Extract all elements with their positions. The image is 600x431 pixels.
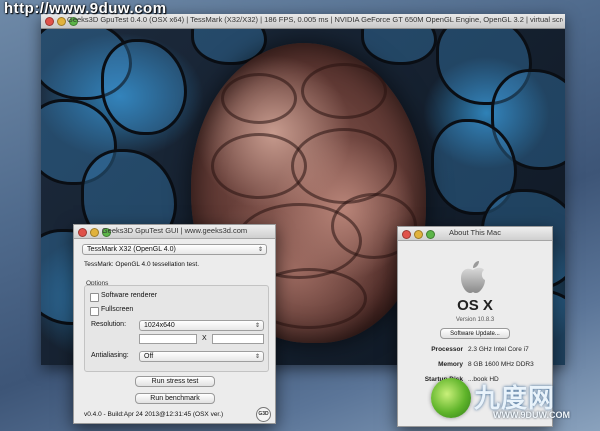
about-title: About This Mac xyxy=(449,228,501,237)
test-description: TessMark: OpenGL 4.0 tessellation test. xyxy=(84,261,200,268)
resolution-value: 1024x640 xyxy=(144,322,175,329)
resolution-label: Resolution: xyxy=(91,321,127,328)
watermark-url: http://www.9duw.com xyxy=(4,0,167,17)
antialiasing-select[interactable]: Off ⇕ xyxy=(139,351,264,362)
select-arrows-icon: ⇕ xyxy=(257,247,263,253)
test-select-value: TessMark X32 (OpenGL 4.0) xyxy=(87,246,176,253)
custom-width-input[interactable] xyxy=(139,334,197,344)
build-info: v0.4.0 - Build:Apr 24 2013@12:31:45 (OSX… xyxy=(84,411,224,418)
gputest-gui-window: Geeks3D GpuTest GUI | www.geeks3d.com Te… xyxy=(73,224,276,424)
antialiasing-value: Off xyxy=(144,353,154,360)
fullscreen-checkbox[interactable] xyxy=(90,307,99,316)
software-renderer-label: Software renderer xyxy=(101,292,158,299)
software-renderer-checkbox[interactable] xyxy=(90,293,99,302)
run-stress-test-button[interactable]: Run stress test xyxy=(135,376,215,387)
about-titlebar: About This Mac xyxy=(398,227,552,241)
custom-height-input[interactable] xyxy=(212,334,264,344)
memory-value: 8 GB 1600 MHz DDR3 xyxy=(468,361,534,368)
x-separator: X xyxy=(202,335,207,342)
select-arrows-icon: ⇕ xyxy=(254,354,260,360)
gui-title: Geeks3D GpuTest GUI | www.geeks3d.com xyxy=(101,226,248,235)
site-logo-url: WWW.9DUW.COM xyxy=(493,410,570,420)
leaf-logo-icon xyxy=(431,378,471,418)
processor-label: Processor xyxy=(431,346,463,353)
run-benchmark-button[interactable]: Run benchmark xyxy=(135,393,215,404)
os-version: Version 10.8.3 xyxy=(455,317,495,323)
os-name: OS X xyxy=(457,297,493,314)
software-update-button[interactable]: Software Update... xyxy=(440,328,510,339)
antialiasing-label: Antialiasing: xyxy=(91,352,129,359)
geeks3d-logo-icon: G3D xyxy=(256,407,271,422)
test-select[interactable]: TessMark X32 (OpenGL 4.0) ⇕ xyxy=(82,244,267,255)
fullscreen-label: Fullscreen xyxy=(101,306,134,313)
apple-logo-icon xyxy=(461,261,485,293)
resolution-select[interactable]: 1024x640 ⇕ xyxy=(139,320,264,331)
gui-titlebar: Geeks3D GpuTest GUI | www.geeks3d.com xyxy=(74,225,275,239)
select-arrows-icon: ⇕ xyxy=(254,323,260,329)
minimize-button[interactable] xyxy=(57,17,66,26)
site-logo: 九度网 WWW.9DUW.COM xyxy=(425,376,595,428)
memory-label: Memory xyxy=(438,361,463,368)
close-button[interactable] xyxy=(45,17,54,26)
options-group: Software renderer Fullscreen Resolution:… xyxy=(84,285,269,372)
processor-value: 2.3 GHz Intel Core i7 xyxy=(468,346,529,353)
